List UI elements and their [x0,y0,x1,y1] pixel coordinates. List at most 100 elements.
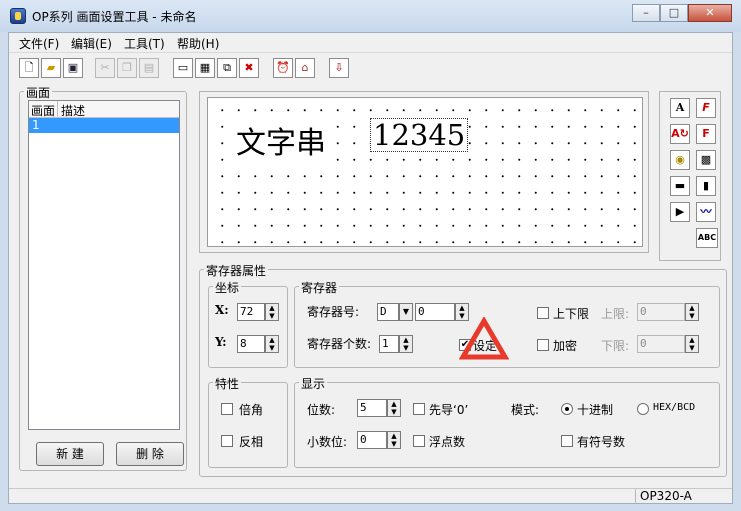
bar-graph-tool-icon[interactable]: ▮ [696,176,716,196]
bitmap-tool-icon[interactable]: ▩ [696,150,716,170]
upper-spinner[interactable]: ▲ ▼ [685,303,699,321]
leading-zero-label: 先导‘0’ [429,403,469,417]
leading-zero-checkbox[interactable] [413,403,425,415]
upper-label: 上限: [601,307,630,321]
delete-screen-icon[interactable]: ✖ [239,58,259,78]
trend-tool-icon[interactable]: 〰 [696,202,716,222]
design-canvas[interactable]: 文字串 12345 [207,97,643,247]
limit-checkbox[interactable] [537,307,549,319]
decimal-label: 十进制 [577,403,614,417]
screens-list-header: 画面 描述 [29,101,179,118]
traits-group: 特性 倍角 反相 [208,375,288,468]
encrypt-checkbox[interactable] [537,339,549,351]
upper-input[interactable]: 0 [637,303,685,321]
decimals-label: 小数位: [307,435,348,449]
encrypt-label: 加密 [553,339,578,353]
delete-screen-button[interactable]: 删 除 [116,442,184,466]
app-icon [10,8,26,24]
reg-type-dropdown-icon[interactable]: ▼ [399,303,413,321]
reg-count-label: 寄存器个数: [307,337,372,351]
warning-triangle-icon [459,317,509,360]
register-props-label: 寄存器属性 [204,262,269,279]
save-icon[interactable]: ▣ [63,58,83,78]
x-input[interactable]: 72 [237,303,265,321]
inverse-label: 反相 [239,435,264,449]
window-title: OP系列 画面设置工具 - 未命名 [32,10,197,24]
reg-count-spinner[interactable]: ▲ ▼ [399,335,413,353]
screen-settings-icon[interactable]: ▦ [195,58,215,78]
new-icon[interactable]: 🗋 [19,58,39,78]
digits-input[interactable]: 5 [357,399,387,417]
lamp-tool-icon[interactable]: ◉ [670,150,690,170]
reg-count-input[interactable]: 1 [379,335,399,353]
y-spinner[interactable]: ▲ ▼ [265,335,279,353]
register-group: 寄存器 寄存器号: D ▼ 0 ▲ ▼ 寄存器个数: 1 ▲ ▼ ✔ 设定 上下限 … [294,279,720,368]
reg-no-input[interactable]: 0 [415,303,455,321]
font-text-tool-icon[interactable]: F [696,98,716,118]
register-props-panel: 寄存器属性 坐标 X: 72 ▲ ▼ Y: 8 ▲ ▼ 寄存器 寄存器号: D ▼ … [199,262,727,477]
display-group: 显示 位数: 5 ▲ ▼ 先导‘0’ 小数位: 0 ▲ ▼ 浮点数 模式: 十进制 … [294,375,720,468]
digits-spinner[interactable]: ▲ ▼ [387,399,401,417]
decimal-radio[interactable] [561,403,573,415]
numeric-input-tool-icon[interactable]: ▬ [670,176,690,196]
font-scroll-tool-icon[interactable]: F [696,124,716,144]
scroll-text-tool-icon[interactable]: A↻ [670,124,690,144]
mode-label: 模式: [511,403,540,417]
cut-icon[interactable]: ✂ [95,58,115,78]
coords-group: 坐标 X: 72 ▲ ▼ Y: 8 ▲ ▼ [208,279,288,368]
lower-spinner[interactable]: ▲ ▼ [685,335,699,353]
coords-label: 坐标 [213,279,242,296]
alarm-clock-icon[interactable]: ⏰ [273,58,293,78]
static-text-object[interactable]: 文字串 [236,118,326,162]
signed-checkbox[interactable] [561,435,573,447]
decimals-input[interactable]: 0 [357,431,387,449]
open-icon[interactable]: ▰ [41,58,61,78]
hexbcd-label: HEX/BCD [653,402,696,413]
screen-icon[interactable]: ▭ [173,58,193,78]
table-row[interactable]: 1 [29,118,179,133]
signed-label: 有符号数 [577,435,626,449]
copy-icon[interactable]: ❐ [117,58,137,78]
digits-label: 位数: [307,403,336,417]
button-tool-icon[interactable]: ▶ [670,202,690,222]
y-input[interactable]: 8 [237,335,265,353]
screen-number: 1 [32,118,40,132]
home-icon[interactable]: ⌂ [295,58,315,78]
new-screen-button[interactable]: 新 建 [36,442,104,466]
display-label: 显示 [299,375,328,392]
ascii-tool-icon[interactable]: ABC [696,228,718,248]
minimize-button[interactable]: – [632,4,660,22]
hexbcd-radio[interactable] [637,403,649,415]
menu-file[interactable]: 文件(F) [19,35,59,52]
inverse-checkbox[interactable] [221,435,233,447]
download-icon[interactable]: ⇩ [329,58,349,78]
float-label: 浮点数 [429,435,466,449]
double-checkbox[interactable] [221,403,233,415]
toolbar: 🗋 ▰ ▣ ✂ ❐ ▤ ▭ ▦ ⧉ ✖ ⏰ ⌂ ⇩ [9,55,732,83]
reg-type-select[interactable]: D [377,303,399,321]
copy-screen-icon[interactable]: ⧉ [217,58,237,78]
menu-edit[interactable]: 编辑(E) [71,35,112,52]
lower-input[interactable]: 0 [637,335,685,353]
x-spinner[interactable]: ▲ ▼ [265,303,279,321]
menu-tools[interactable]: 工具(T) [124,35,165,52]
x-label: X: [215,303,229,317]
reg-no-label: 寄存器号: [307,305,360,319]
menu-help[interactable]: 帮助(H) [177,35,219,52]
screens-list[interactable]: 画面 描述 1 [28,100,180,430]
text-tool-icon[interactable]: A [670,98,690,118]
maximize-button[interactable]: □ [660,4,688,22]
close-button[interactable]: ✕ [688,4,732,22]
traits-label: 特性 [213,375,242,392]
double-label: 倍角 [239,403,264,417]
object-palette: A F A↻ F ◉ ▩ ▬ ▮ ▶ 〰 ABC [659,91,721,261]
decimals-spinner[interactable]: ▲ ▼ [387,431,401,449]
float-checkbox[interactable] [413,435,425,447]
screens-panel: 画面 画面 描述 1 新 建 删 除 [19,84,187,471]
numeric-display-object[interactable]: 12345 [370,118,469,152]
status-bar: OP320-A [9,488,732,504]
paste-icon[interactable]: ▤ [139,58,159,78]
col-screen[interactable]: 画面 [31,102,55,119]
col-desc[interactable]: 描述 [61,102,85,119]
menu-bar: 文件(F) 编辑(E) 工具(T) 帮助(H) [9,33,732,53]
